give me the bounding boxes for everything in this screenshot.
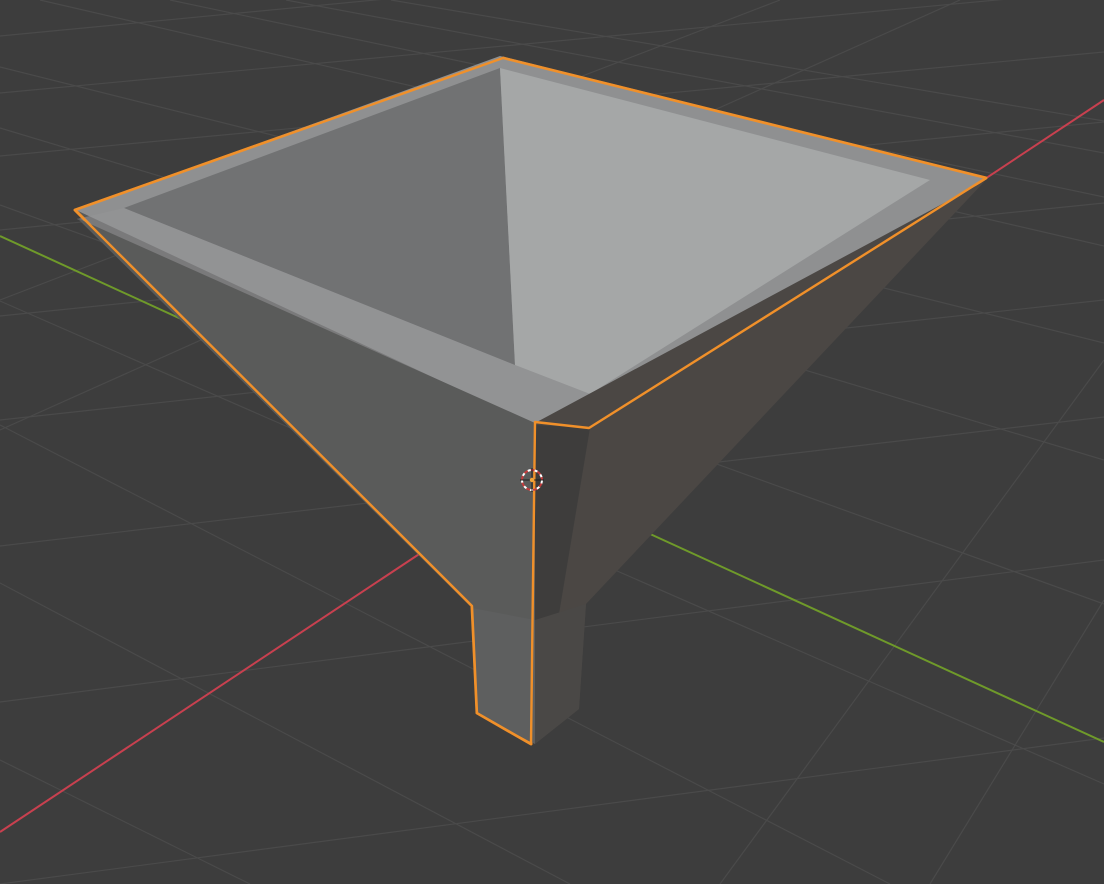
viewport-canvas[interactable] — [0, 0, 1104, 884]
3d-viewport[interactable] — [0, 0, 1104, 884]
